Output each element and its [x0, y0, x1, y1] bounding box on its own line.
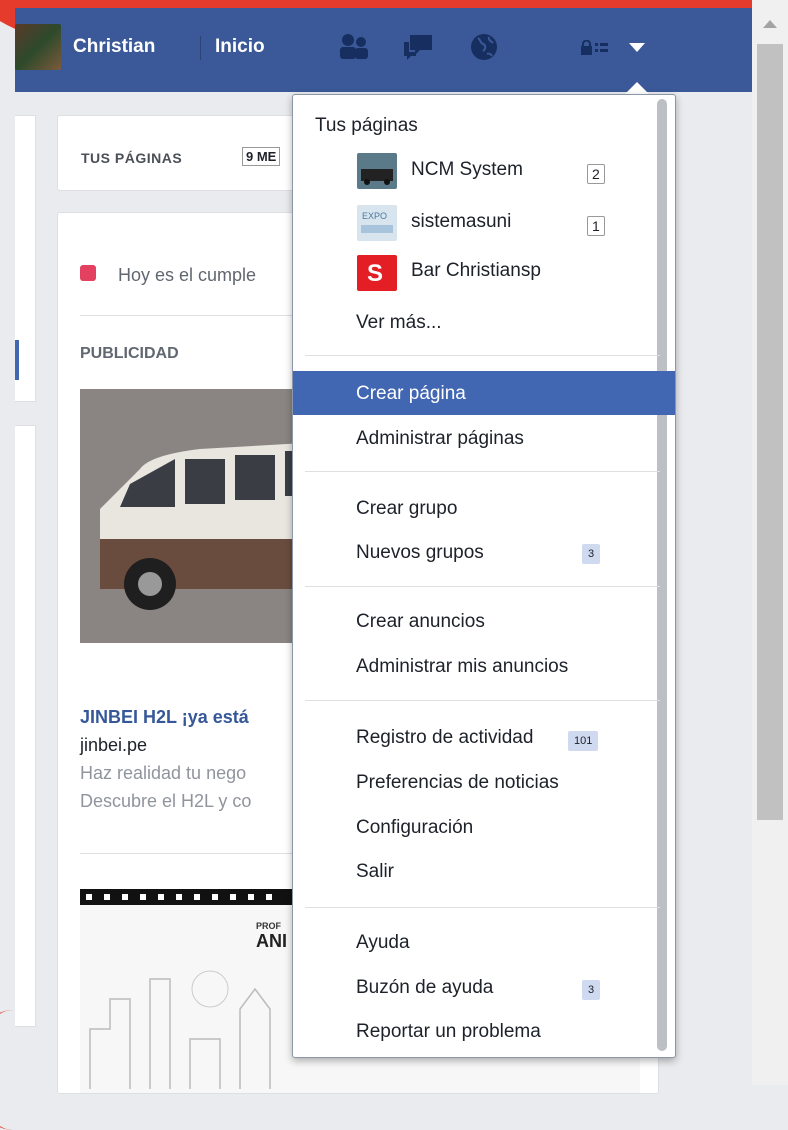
privacy-lock-icon[interactable] [580, 40, 610, 56]
support-inbox-count-badge: 3 [582, 980, 601, 1000]
friends-icon[interactable] [337, 32, 371, 62]
gift-icon [80, 265, 96, 281]
your-pages-header: Tus páginas [315, 115, 418, 136]
dropdown-scrollbar[interactable] [657, 99, 667, 1051]
logout-menu-item[interactable]: Salir [356, 861, 394, 883]
menu-divider [305, 586, 660, 587]
see-more-pages-link[interactable]: Ver más... [356, 312, 442, 334]
menu-divider [305, 700, 660, 701]
activity-log-menu-item[interactable]: Registro de actividad [356, 727, 533, 749]
messages-icon[interactable] [402, 32, 436, 62]
window-scrollbar-thumb[interactable] [757, 44, 783, 820]
support-inbox-menu-item[interactable]: Buzón de ayuda [356, 977, 493, 999]
page-link-bar-christiansp[interactable]: Bar Christiansp [411, 260, 541, 282]
ad-domain[interactable]: jinbei.pe [80, 735, 147, 756]
settings-menu-item[interactable]: Configuración [356, 817, 473, 839]
notification-count-badge: 1 [587, 216, 605, 236]
create-ads-menu-item[interactable]: Crear anuncios [356, 611, 485, 633]
activity-log-count-badge: 101 [568, 731, 599, 751]
nav-divider [200, 36, 201, 60]
left-sidebar-card-lower [15, 425, 36, 1027]
menu-divider [305, 355, 660, 356]
notification-count-badge: 2 [587, 164, 605, 184]
red-frame-bottom-arc [0, 1010, 56, 1130]
account-menu-caret-icon[interactable] [629, 43, 645, 52]
create-page-menu-item[interactable]: Crear página [356, 383, 466, 405]
month-filter-button[interactable]: 9 ME [242, 147, 281, 166]
birthday-reminder[interactable]: Hoy es el cumple [118, 265, 256, 286]
ad-description-line: Haz realidad tu nego [80, 763, 247, 783]
page-link-ncm-system[interactable]: NCM System [411, 159, 523, 181]
new-groups-count-badge: 3 [582, 544, 601, 564]
notifications-globe-icon[interactable] [467, 32, 501, 62]
left-sidebar-accent [15, 340, 19, 380]
manage-pages-menu-item[interactable]: Administrar páginas [356, 428, 524, 450]
account-dropdown-menu: Tus páginas NCM System 2 EXPO sistemasun… [292, 94, 676, 1058]
report-problem-menu-item[interactable]: Reportar un problema [356, 1021, 541, 1043]
ad2-big-text: ANI [256, 931, 287, 951]
page-link-sistemasuni[interactable]: sistemasuni [411, 211, 511, 233]
profile-link[interactable]: Christian [73, 36, 155, 58]
your-pages-heading: TUS PÁGINAS [81, 150, 183, 166]
avatar[interactable] [15, 24, 61, 70]
scroll-up-arrow-icon[interactable] [763, 20, 777, 28]
menu-divider [305, 907, 660, 908]
home-link[interactable]: Inicio [215, 36, 265, 58]
ad-title-link[interactable]: JINBEI H2L ¡ya está [80, 707, 249, 728]
bar-christiansp-logo-icon: S [357, 255, 397, 291]
ad2-small-text: PROF [256, 921, 282, 931]
help-menu-item[interactable]: Ayuda [356, 932, 410, 954]
menu-divider [305, 471, 660, 472]
svg-text:EXPO: EXPO [362, 211, 387, 221]
top-navigation-bar: Christian Inicio [15, 8, 752, 92]
dropdown-caret [625, 82, 649, 94]
create-group-menu-item[interactable]: Crear grupo [356, 498, 457, 520]
svg-text:S: S [367, 260, 383, 287]
manage-ads-menu-item[interactable]: Administrar mis anuncios [356, 656, 568, 678]
news-feed-preferences-menu-item[interactable]: Preferencias de noticias [356, 772, 559, 794]
new-groups-menu-item[interactable]: Nuevos grupos [356, 542, 484, 564]
create-page-item-highlight[interactable] [293, 371, 675, 415]
ads-heading: PUBLICIDAD [80, 345, 179, 362]
ad-description-line: Descubre el H2L y co [80, 791, 252, 811]
sistemasuni-thumbnail: EXPO [357, 205, 397, 241]
ncm-system-thumbnail [357, 153, 397, 189]
